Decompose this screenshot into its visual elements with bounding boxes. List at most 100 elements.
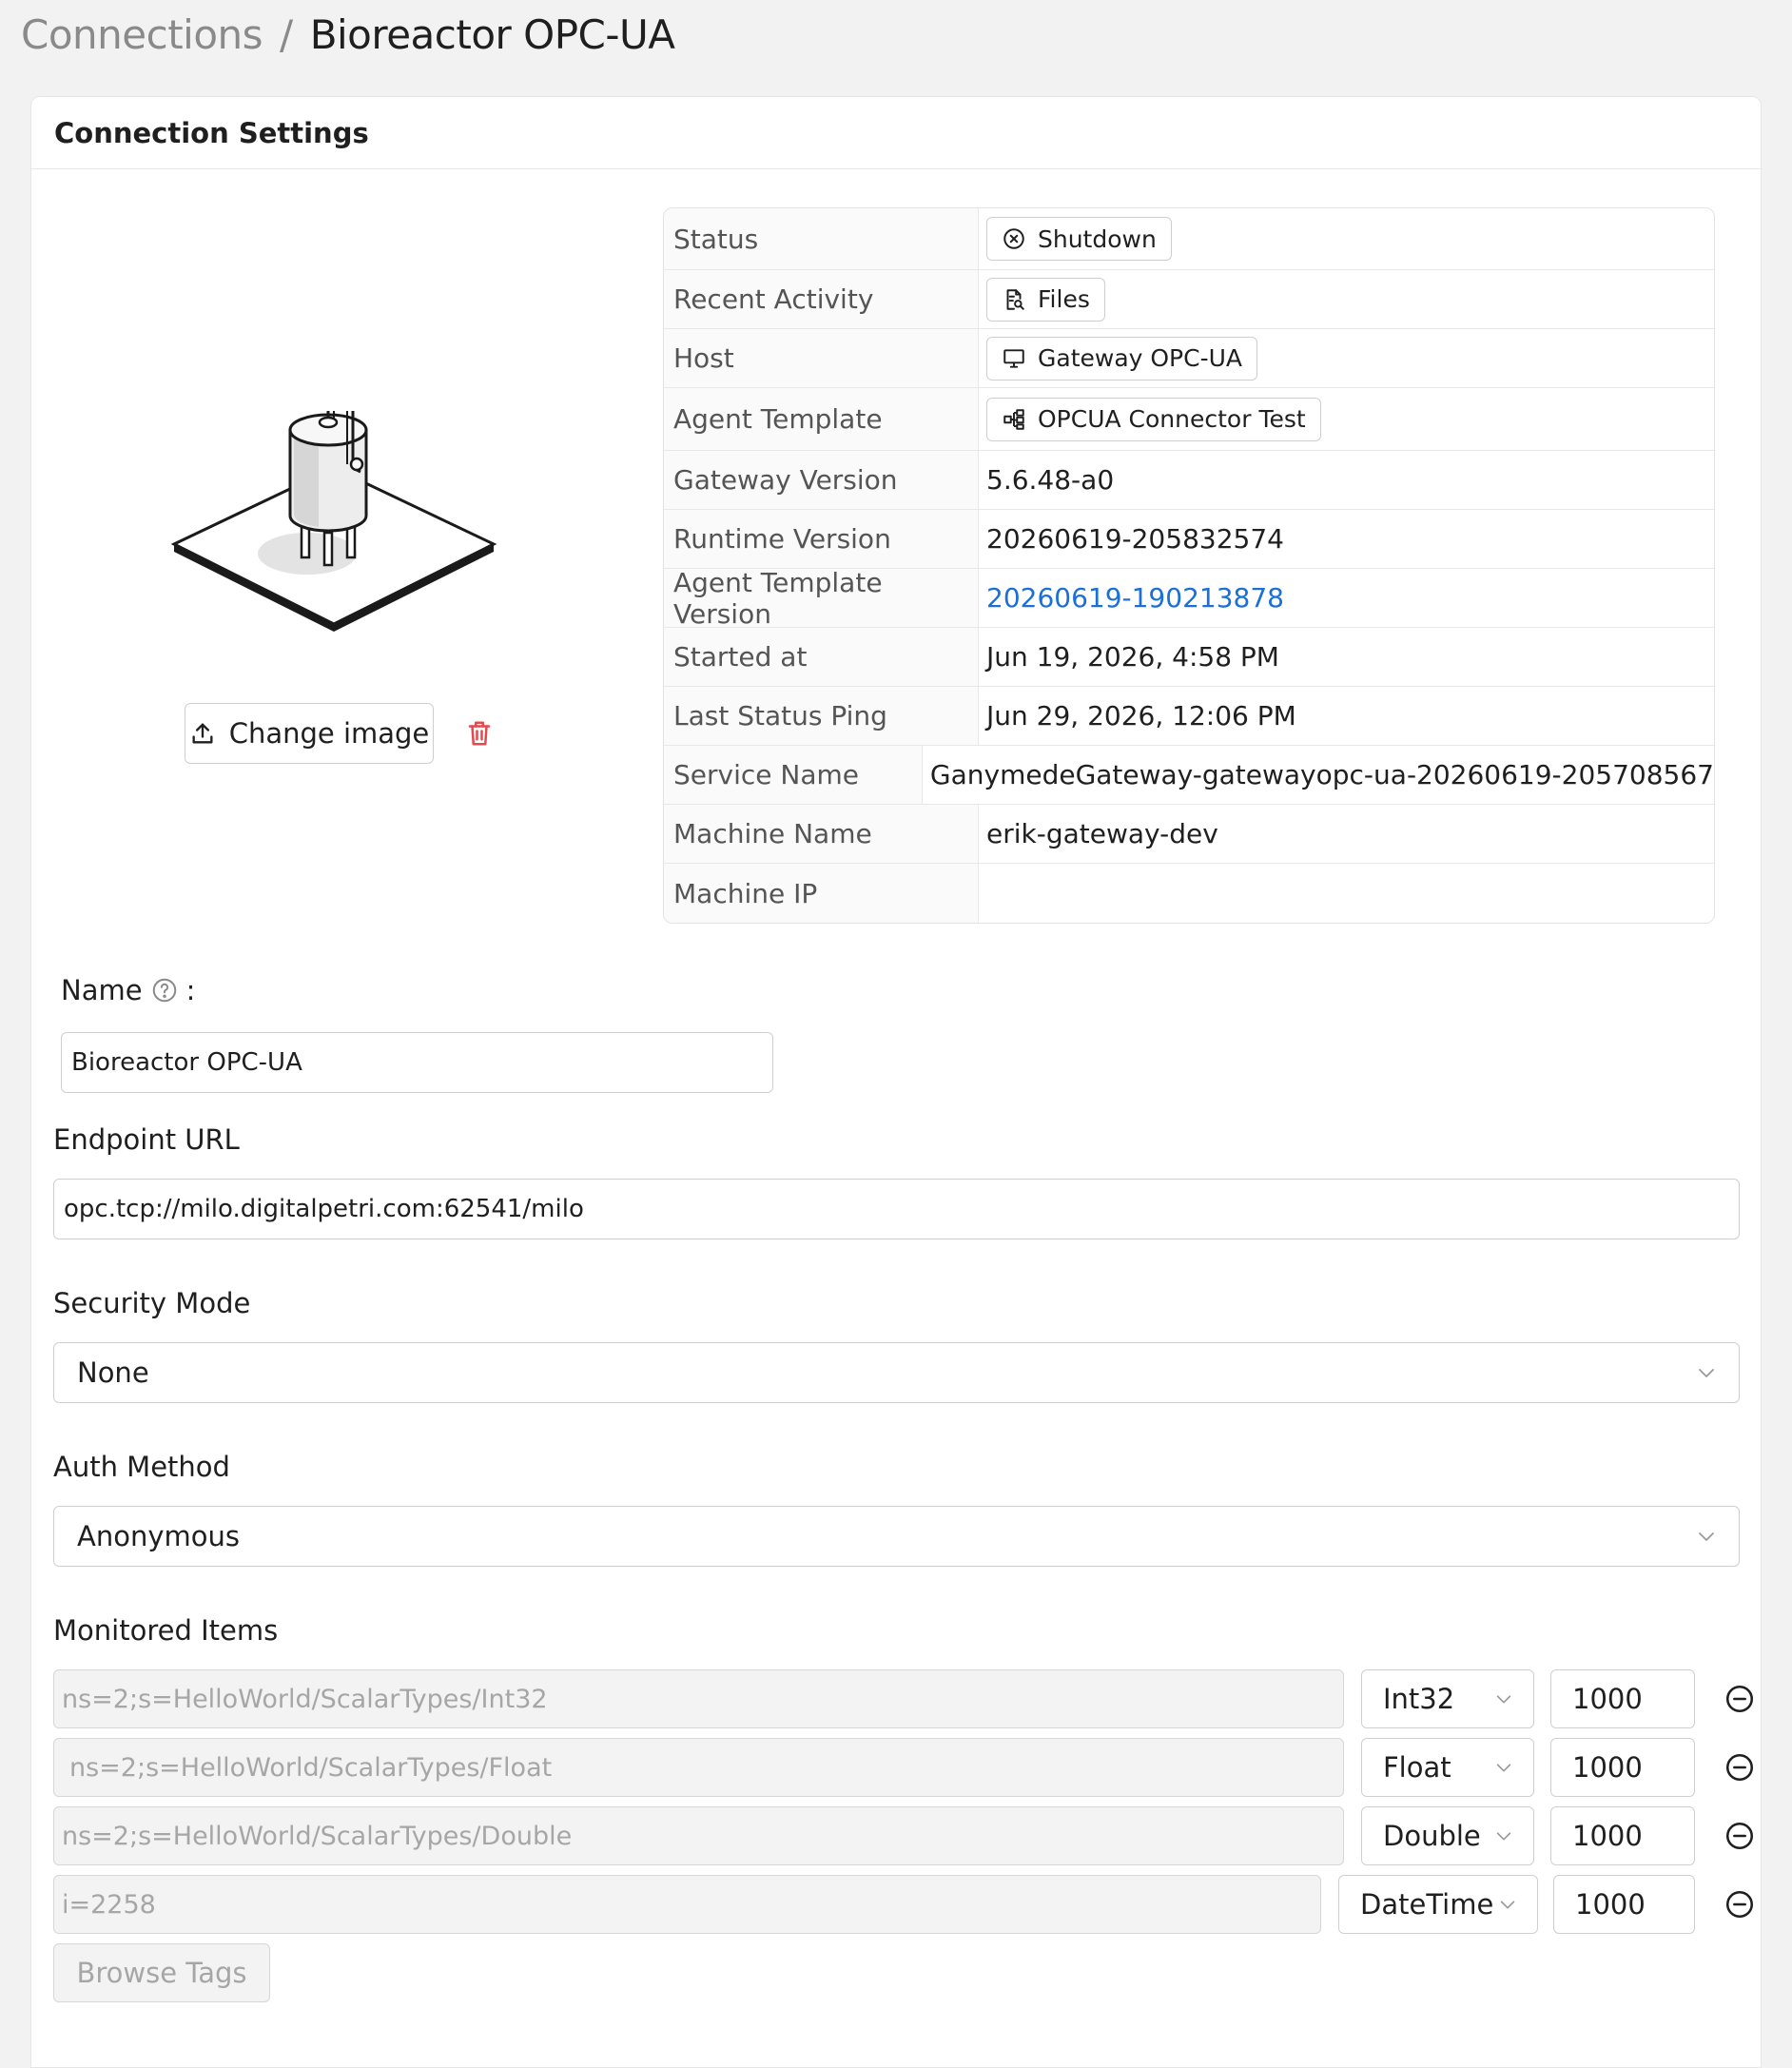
- monitored-item-type-value: DateTime: [1360, 1888, 1494, 1921]
- monitored-item-node-input[interactable]: ns=2;s=HelloWorld/ScalarTypes/Double: [53, 1806, 1344, 1865]
- info-row-gateway-version: Gateway Version 5.6.48-a0: [664, 451, 1714, 510]
- monitored-item-rate-input[interactable]: 1000: [1553, 1875, 1695, 1934]
- name-input[interactable]: Bioreactor OPC-UA: [61, 1032, 773, 1093]
- files-button[interactable]: Files: [986, 277, 1105, 322]
- monitor-icon: [1003, 348, 1024, 368]
- chevron-down-icon: [1699, 1532, 1714, 1541]
- security-mode-label: Security Mode: [53, 1287, 251, 1319]
- status-badge[interactable]: Shutdown: [986, 217, 1172, 261]
- chevron-down-icon: [1496, 1832, 1511, 1841]
- breadcrumb: Connections / Bioreactor OPC-UA: [21, 8, 675, 61]
- service-name-value: GanymedeGateway-gatewayopc-ua-20260619-2…: [929, 759, 1714, 790]
- connection-info-table: Status Shutdown Recent Activity Files Ho…: [663, 207, 1715, 924]
- monitored-item-type-select[interactable]: Float: [1361, 1738, 1534, 1797]
- auth-method-label: Auth Method: [53, 1451, 230, 1483]
- remove-circle-icon[interactable]: [1724, 1683, 1756, 1715]
- trash-icon: [468, 721, 491, 746]
- monitored-item-node-input[interactable]: ns=2;s=HelloWorld/ScalarTypes/Int32: [53, 1669, 1344, 1728]
- endpoint-url-input[interactable]: opc.tcp://milo.digitalpetri.com:62541/mi…: [53, 1179, 1740, 1239]
- file-search-icon: [1006, 288, 1024, 310]
- hierarchy-icon: [1003, 408, 1024, 430]
- started-at-value: Jun 19, 2026, 4:58 PM: [986, 641, 1279, 673]
- info-row-host: Host Gateway OPC-UA: [664, 329, 1714, 388]
- runtime-version-value: 20260619-205832574: [986, 523, 1284, 555]
- upload-icon: [192, 723, 213, 744]
- agent-template-button[interactable]: OPCUA Connector Test: [986, 397, 1321, 441]
- auth-method-value: Anonymous: [77, 1520, 240, 1552]
- machine-name-label: Machine Name: [664, 805, 979, 863]
- circle-x-icon: [1003, 228, 1024, 249]
- chevron-down-icon: [1496, 1764, 1511, 1772]
- info-row-recent-activity: Recent Activity Files: [664, 270, 1714, 329]
- monitored-item-rate-input[interactable]: 1000: [1550, 1738, 1695, 1797]
- chevron-down-icon: [1496, 1695, 1511, 1704]
- host-value-cell: Gateway OPC-UA: [979, 329, 1714, 387]
- breadcrumb-separator: /: [280, 10, 293, 58]
- monitored-item-node-input[interactable]: i=2258: [53, 1875, 1321, 1934]
- monitored-items-label: Monitored Items: [53, 1614, 279, 1647]
- breadcrumb-connections-link[interactable]: Connections: [21, 11, 263, 58]
- service-name-label: Service Name: [664, 746, 923, 804]
- info-row-agent-template: Agent Template OPCUA Connector Test: [664, 388, 1714, 451]
- monitored-item-type-select[interactable]: Double: [1361, 1806, 1534, 1865]
- host-label: Host: [664, 329, 979, 387]
- info-row-machine-ip: Machine IP: [664, 864, 1714, 923]
- monitored-item-rate-input[interactable]: 1000: [1550, 1806, 1695, 1865]
- card-title: Connection Settings: [31, 97, 1761, 169]
- machine-ip-value: [979, 864, 1714, 923]
- monitored-item-node-input[interactable]: ns=2;s=HelloWorld/ScalarTypes/Float: [53, 1738, 1344, 1797]
- remove-circle-icon[interactable]: [1724, 1888, 1756, 1921]
- chevron-down-icon: [1500, 1901, 1515, 1909]
- machine-name-value: erik-gateway-dev: [986, 818, 1218, 849]
- started-at-label: Started at: [664, 628, 979, 686]
- change-image-button[interactable]: Change image: [185, 703, 434, 764]
- remove-circle-icon[interactable]: [1724, 1820, 1756, 1852]
- bioreactor-illustration: [170, 411, 497, 632]
- host-button[interactable]: Gateway OPC-UA: [986, 336, 1258, 380]
- recent-activity-value-cell: Files: [979, 270, 1714, 328]
- monitored-item-rate-input[interactable]: 1000: [1550, 1669, 1695, 1728]
- name-label: Name: [61, 974, 143, 1006]
- monitored-item-type-select[interactable]: DateTime: [1338, 1875, 1538, 1934]
- delete-image-button[interactable]: [462, 716, 497, 751]
- info-row-started-at: Started at Jun 19, 2026, 4:58 PM: [664, 628, 1714, 687]
- info-row-runtime-version: Runtime Version 20260619-205832574: [664, 510, 1714, 569]
- browse-tags-button[interactable]: Browse Tags: [53, 1943, 270, 2002]
- info-row-agent-template-version: Agent Template Version 20260619-19021387…: [664, 567, 1714, 630]
- monitored-item-type-select[interactable]: Int32: [1361, 1669, 1534, 1728]
- status-text: Shutdown: [1038, 224, 1157, 253]
- name-colon: :: [185, 974, 196, 1006]
- agent-template-label: Agent Template: [664, 388, 979, 450]
- recent-activity-label: Recent Activity: [664, 270, 979, 328]
- last-status-ping-label: Last Status Ping: [664, 687, 979, 745]
- security-mode-select[interactable]: None: [53, 1342, 1740, 1403]
- gateway-version-value: 5.6.48-a0: [986, 464, 1115, 496]
- runtime-version-label: Runtime Version: [664, 510, 979, 568]
- info-row-status: Status Shutdown: [664, 208, 1714, 270]
- machine-ip-label: Machine IP: [664, 864, 979, 923]
- host-text: Gateway OPC-UA: [1038, 344, 1243, 372]
- last-status-ping-value: Jun 29, 2026, 12:06 PM: [986, 700, 1296, 732]
- agent-template-value-cell: OPCUA Connector Test: [979, 388, 1714, 450]
- agent-template-version-link[interactable]: 20260619-190213878: [979, 569, 1714, 627]
- security-mode-value: None: [77, 1356, 149, 1389]
- monitored-item-type-value: Int32: [1383, 1683, 1455, 1715]
- remove-circle-icon[interactable]: [1724, 1751, 1756, 1784]
- monitored-item-type-value: Float: [1383, 1751, 1451, 1784]
- agent-template-version-label: Agent Template Version: [664, 567, 979, 630]
- status-value-cell: Shutdown: [979, 208, 1714, 269]
- info-row-machine-name: Machine Name erik-gateway-dev: [664, 805, 1714, 864]
- chevron-down-icon: [1699, 1369, 1714, 1377]
- files-label: Files: [1038, 285, 1090, 313]
- info-row-last-status-ping: Last Status Ping Jun 29, 2026, 12:06 PM: [664, 687, 1714, 746]
- gateway-version-label: Gateway Version: [664, 451, 979, 509]
- page-title: Bioreactor OPC-UA: [309, 10, 675, 58]
- name-label-group: Name :: [61, 974, 195, 1006]
- endpoint-url-label: Endpoint URL: [53, 1123, 240, 1156]
- status-label: Status: [664, 208, 979, 269]
- agent-template-text: OPCUA Connector Test: [1038, 405, 1306, 433]
- info-row-service-name: Service Name GanymedeGateway-gatewayopc-…: [664, 746, 1714, 805]
- auth-method-select[interactable]: Anonymous: [53, 1506, 1740, 1567]
- change-image-label: Change image: [228, 717, 430, 750]
- help-icon[interactable]: [150, 976, 179, 1005]
